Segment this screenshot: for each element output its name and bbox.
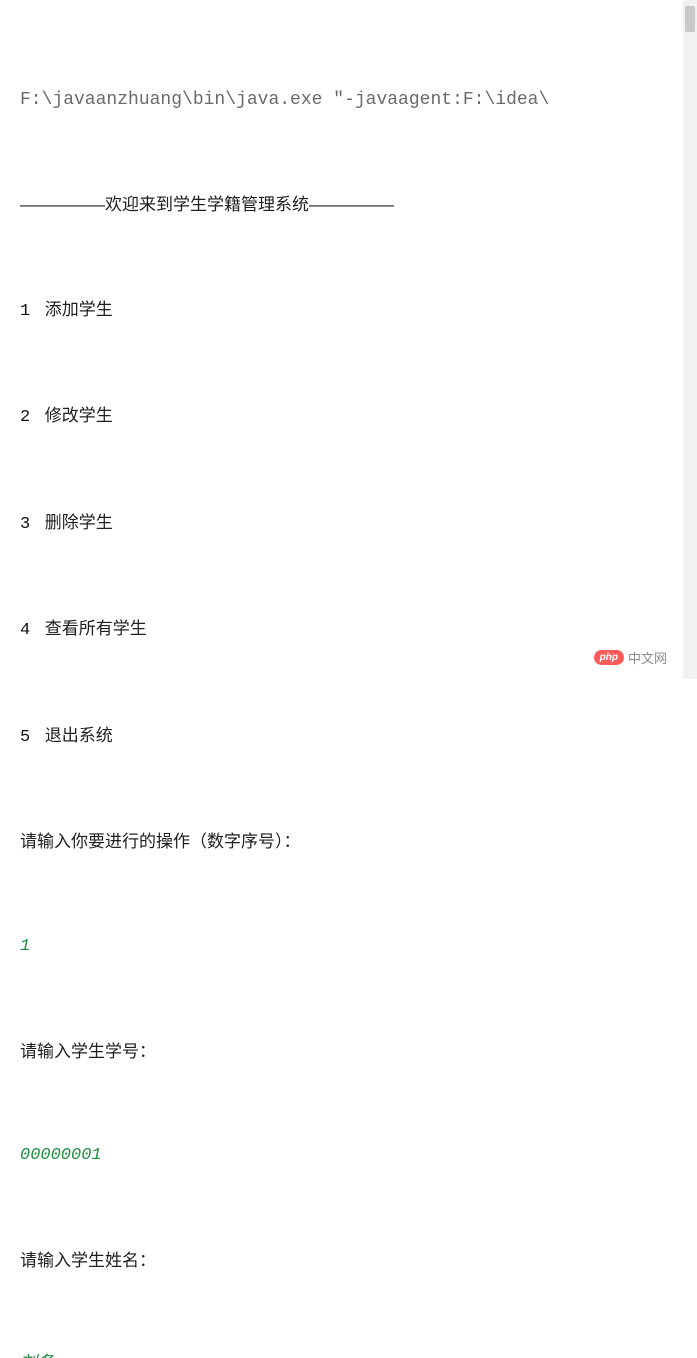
menu-item-1: 1 添加学生: [20, 293, 677, 330]
menu-label: 添加学生: [45, 300, 113, 319]
scrollbar-thumb[interactable]: [685, 6, 695, 32]
watermark-text: 中文网: [628, 648, 667, 667]
menu-item-3: 3 删除学生: [20, 506, 677, 543]
menu-item-2: 2 修改学生: [20, 399, 677, 436]
user-input-name: 刘备: [20, 1348, 677, 1358]
menu-label: 修改学生: [45, 406, 113, 425]
console-output: F:\javaanzhuang\bin\java.exe "-javaagent…: [0, 0, 697, 1358]
system-header: —————欢迎来到学生学籍管理系统—————: [20, 188, 677, 223]
vertical-scrollbar[interactable]: [683, 0, 697, 679]
php-logo-icon: php: [594, 650, 624, 665]
menu-num: 5: [20, 721, 40, 756]
menu-num: 1: [20, 295, 40, 330]
prompt-id: 请输入学生学号：: [20, 1035, 677, 1070]
user-input-action: 1: [20, 930, 677, 965]
user-input-id: 00000001: [20, 1139, 677, 1174]
prompt-action: 请输入你要进行的操作（数字序号）：: [20, 825, 677, 860]
menu-label: 退出系统: [45, 726, 113, 745]
command-line: F:\javaanzhuang\bin\java.exe "-javaagent…: [20, 82, 677, 119]
menu-item-5: 5 退出系统: [20, 719, 677, 756]
php-badge: php: [594, 650, 624, 665]
watermark: php 中文网: [594, 648, 667, 667]
menu-label: 删除学生: [45, 513, 113, 532]
menu-num: 4: [20, 614, 40, 649]
menu-item-4: 4 查看所有学生: [20, 612, 677, 649]
menu-label: 查看所有学生: [45, 619, 147, 638]
prompt-name: 请输入学生姓名：: [20, 1244, 677, 1279]
menu-num: 2: [20, 401, 40, 436]
menu-num: 3: [20, 508, 40, 543]
